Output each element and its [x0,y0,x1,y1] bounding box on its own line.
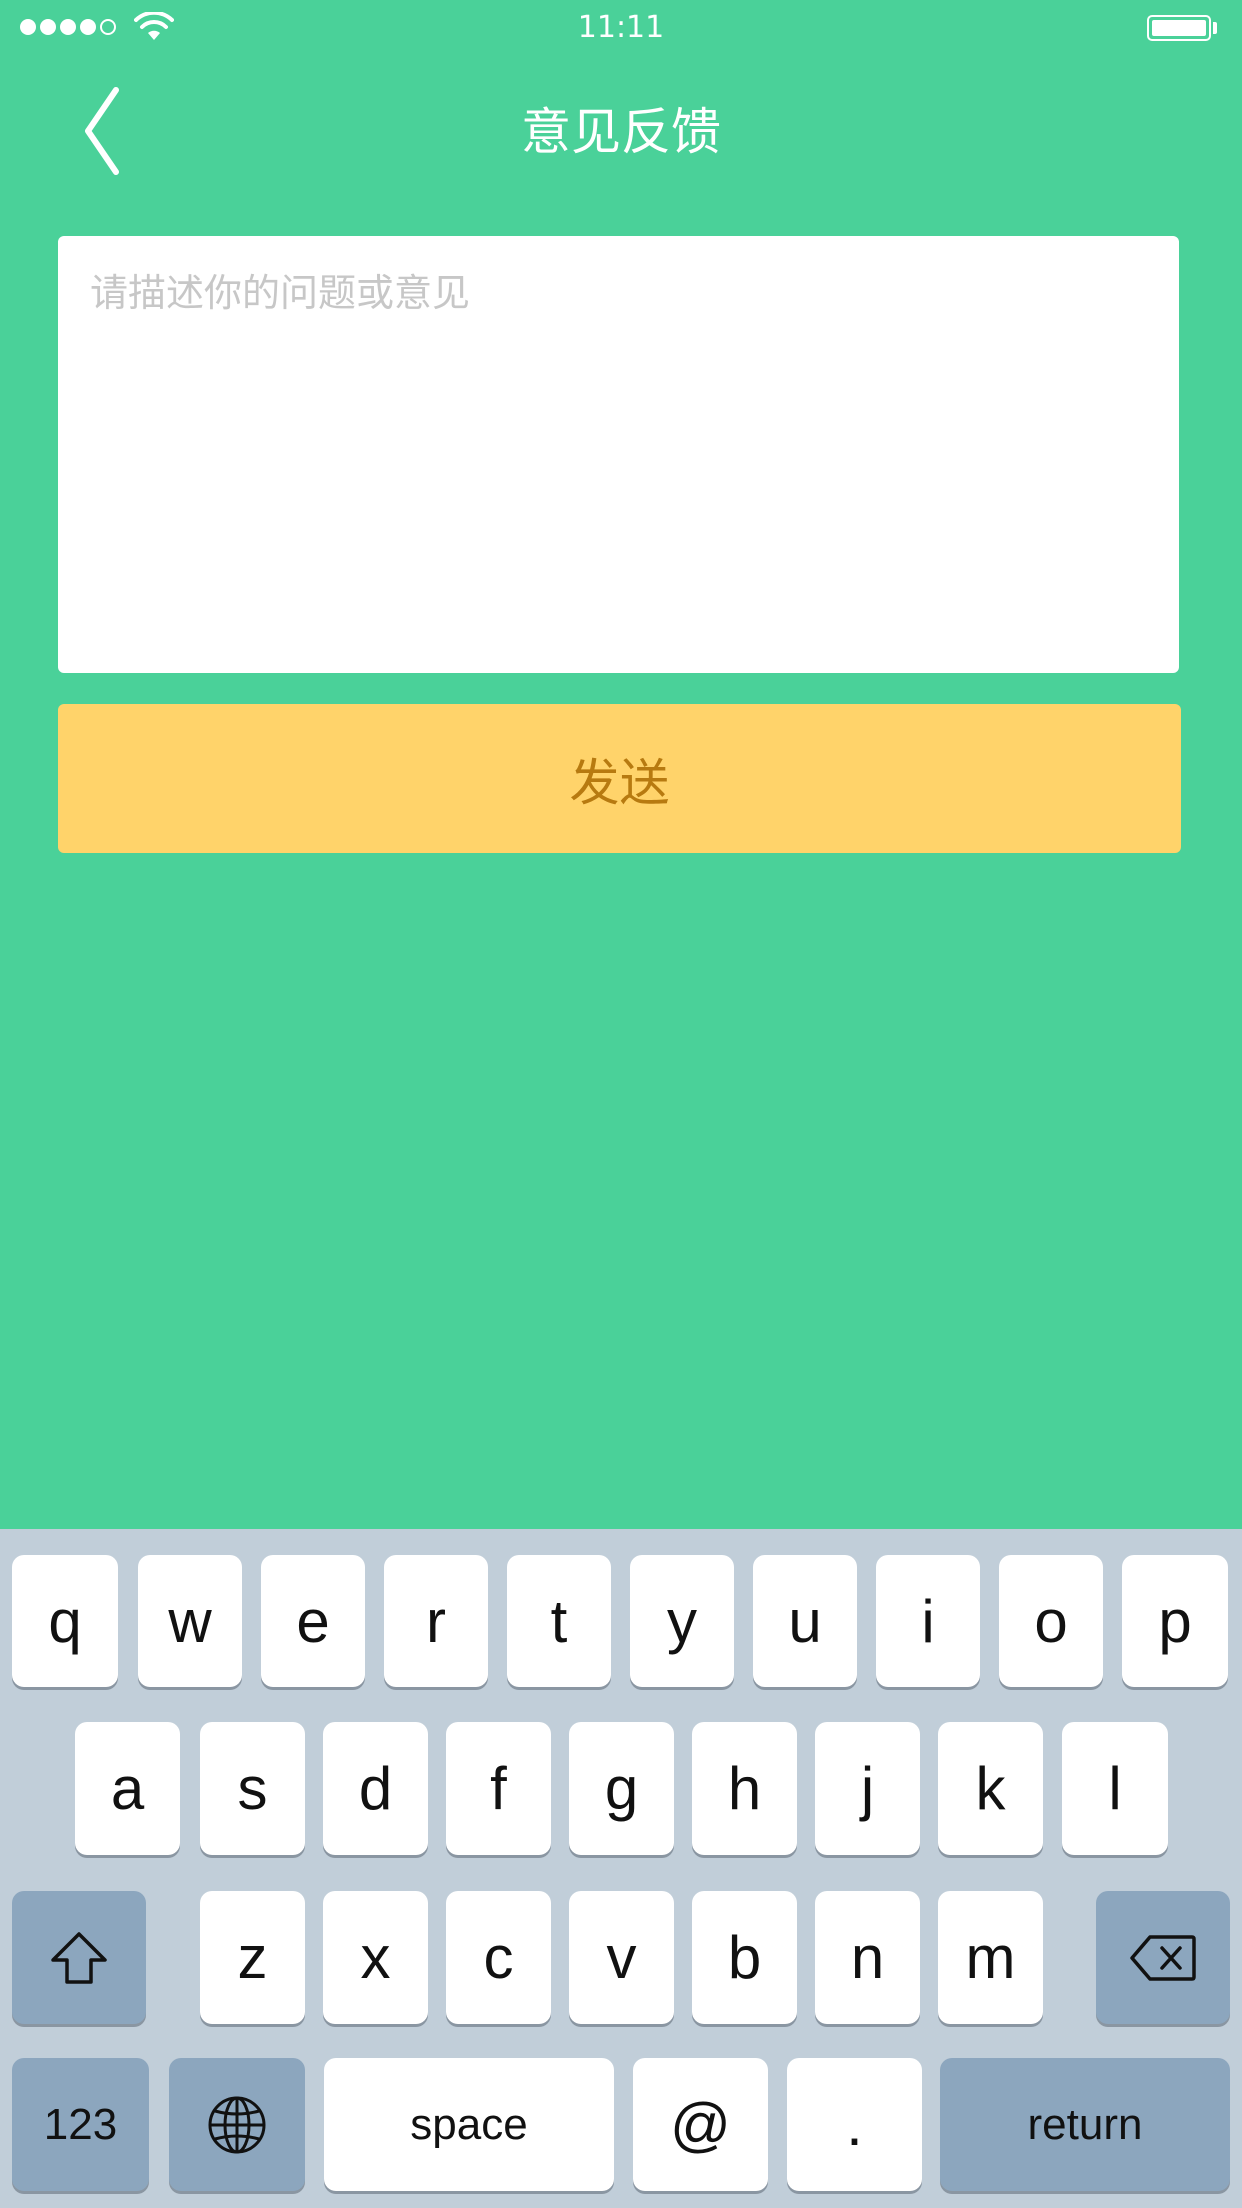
key-f[interactable]: f [446,1722,551,1855]
key-x[interactable]: x [323,1891,428,2024]
key-e[interactable]: e [261,1555,365,1687]
key-c[interactable]: c [446,1891,551,2024]
battery-tip [1213,22,1217,34]
globe-icon [208,2096,266,2153]
key-z[interactable]: z [200,1891,305,2024]
key-p[interactable]: p [1122,1555,1228,1687]
shift-key[interactable] [12,1891,146,2024]
send-button[interactable]: 发送 [58,704,1181,853]
space-key[interactable]: space [324,2058,614,2191]
key-a[interactable]: a [75,1722,180,1855]
numbers-key[interactable]: 123 [12,2058,149,2191]
feedback-screen: 11:11 意见反馈 发送 q w e r t y u i o p a s d … [0,0,1242,2208]
keyboard: q w e r t y u i o p a s d f g h j k l z … [0,1529,1242,2208]
shift-icon [51,1931,107,1984]
delete-key[interactable] [1096,1891,1230,2024]
key-s[interactable]: s [200,1722,305,1855]
key-j[interactable]: j [815,1722,920,1855]
key-l[interactable]: l [1062,1722,1168,1855]
feedback-input[interactable] [58,236,1179,673]
key-n[interactable]: n [815,1891,920,2024]
key-t[interactable]: t [507,1555,611,1687]
key-y[interactable]: y [630,1555,734,1687]
status-bar: 11:11 [0,0,1242,56]
key-b[interactable]: b [692,1891,797,2024]
period-key[interactable]: . [787,2058,922,2191]
navigation-bar: 意见反馈 [0,56,1242,196]
backspace-icon [1130,1934,1196,1981]
status-time: 11:11 [577,10,665,45]
key-w[interactable]: w [138,1555,242,1687]
key-i[interactable]: i [876,1555,980,1687]
key-u[interactable]: u [753,1555,857,1687]
return-key[interactable]: return [940,2058,1230,2191]
at-key[interactable]: @ [633,2058,768,2191]
key-r[interactable]: r [384,1555,488,1687]
key-o[interactable]: o [999,1555,1103,1687]
key-k[interactable]: k [938,1722,1043,1855]
key-g[interactable]: g [569,1722,674,1855]
key-m[interactable]: m [938,1891,1043,2024]
globe-key[interactable] [169,2058,305,2191]
key-q[interactable]: q [12,1555,118,1687]
key-d[interactable]: d [323,1722,428,1855]
page-title: 意见反馈 [521,103,721,161]
key-v[interactable]: v [569,1891,674,2024]
battery-icon [1147,15,1211,41]
key-h[interactable]: h [692,1722,797,1855]
